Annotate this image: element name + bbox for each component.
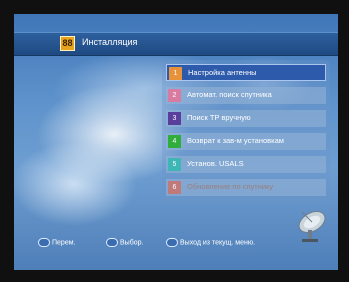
menu-item-label: Установ. USALS [187, 159, 244, 168]
menu-item-label: Поиск TP вручную [187, 113, 251, 122]
menu-item-number: 6 [168, 181, 181, 194]
menu-item-usals-setup[interactable]: 5 Установ. USALS [166, 156, 326, 173]
tv-screen: 88 Инсталляция 1 Настройка антенны 2 Авт… [0, 0, 349, 282]
installation-icon: 88 [60, 36, 75, 51]
menu-item-ota-update[interactable]: 6 Обновление по спутнику [166, 179, 326, 196]
menu-item-label: Автомат. поиск спутника [187, 90, 272, 99]
menu-item-label: Обновление по спутнику [187, 182, 274, 191]
menu-item-number: 5 [168, 158, 181, 171]
menu-item-label: Возврат к зав-м установкам [187, 136, 284, 145]
hint-select: Выбор. [106, 238, 143, 247]
menu-item-number: 4 [168, 135, 181, 148]
menu-item-number: 1 [169, 67, 182, 80]
menu-background: 88 Инсталляция 1 Настройка антенны 2 Авт… [14, 14, 338, 270]
menu-item-antenna-setup[interactable]: 1 Настройка антенны [166, 64, 326, 81]
menu-item-auto-satellite-search[interactable]: 2 Автомат. поиск спутника [166, 87, 326, 104]
page-title: Инсталляция [82, 37, 138, 47]
hint-select-label: Выбор. [120, 239, 144, 247]
ok-key-icon [106, 238, 118, 247]
hint-move: Перем. [38, 238, 75, 247]
hint-move-label: Перем. [52, 239, 76, 247]
menu-item-label: Настройка антенны [188, 68, 257, 77]
navigation-key-icon [38, 238, 50, 247]
menu-item-number: 3 [168, 112, 181, 125]
header-bar: 88 Инсталляция [14, 32, 338, 56]
hint-exit-label: Выход из текущ. меню. [180, 239, 256, 247]
menu-item-number: 2 [168, 89, 181, 102]
menu-item-manual-tp-search[interactable]: 3 Поиск TP вручную [166, 110, 326, 127]
footer-hints: Перем. Выбор. Выход из текущ. меню. [14, 236, 338, 252]
menu-item-factory-reset[interactable]: 4 Возврат к зав-м установкам [166, 133, 326, 150]
hint-exit: Выход из текущ. меню. [166, 238, 255, 247]
exit-key-icon [166, 238, 178, 247]
